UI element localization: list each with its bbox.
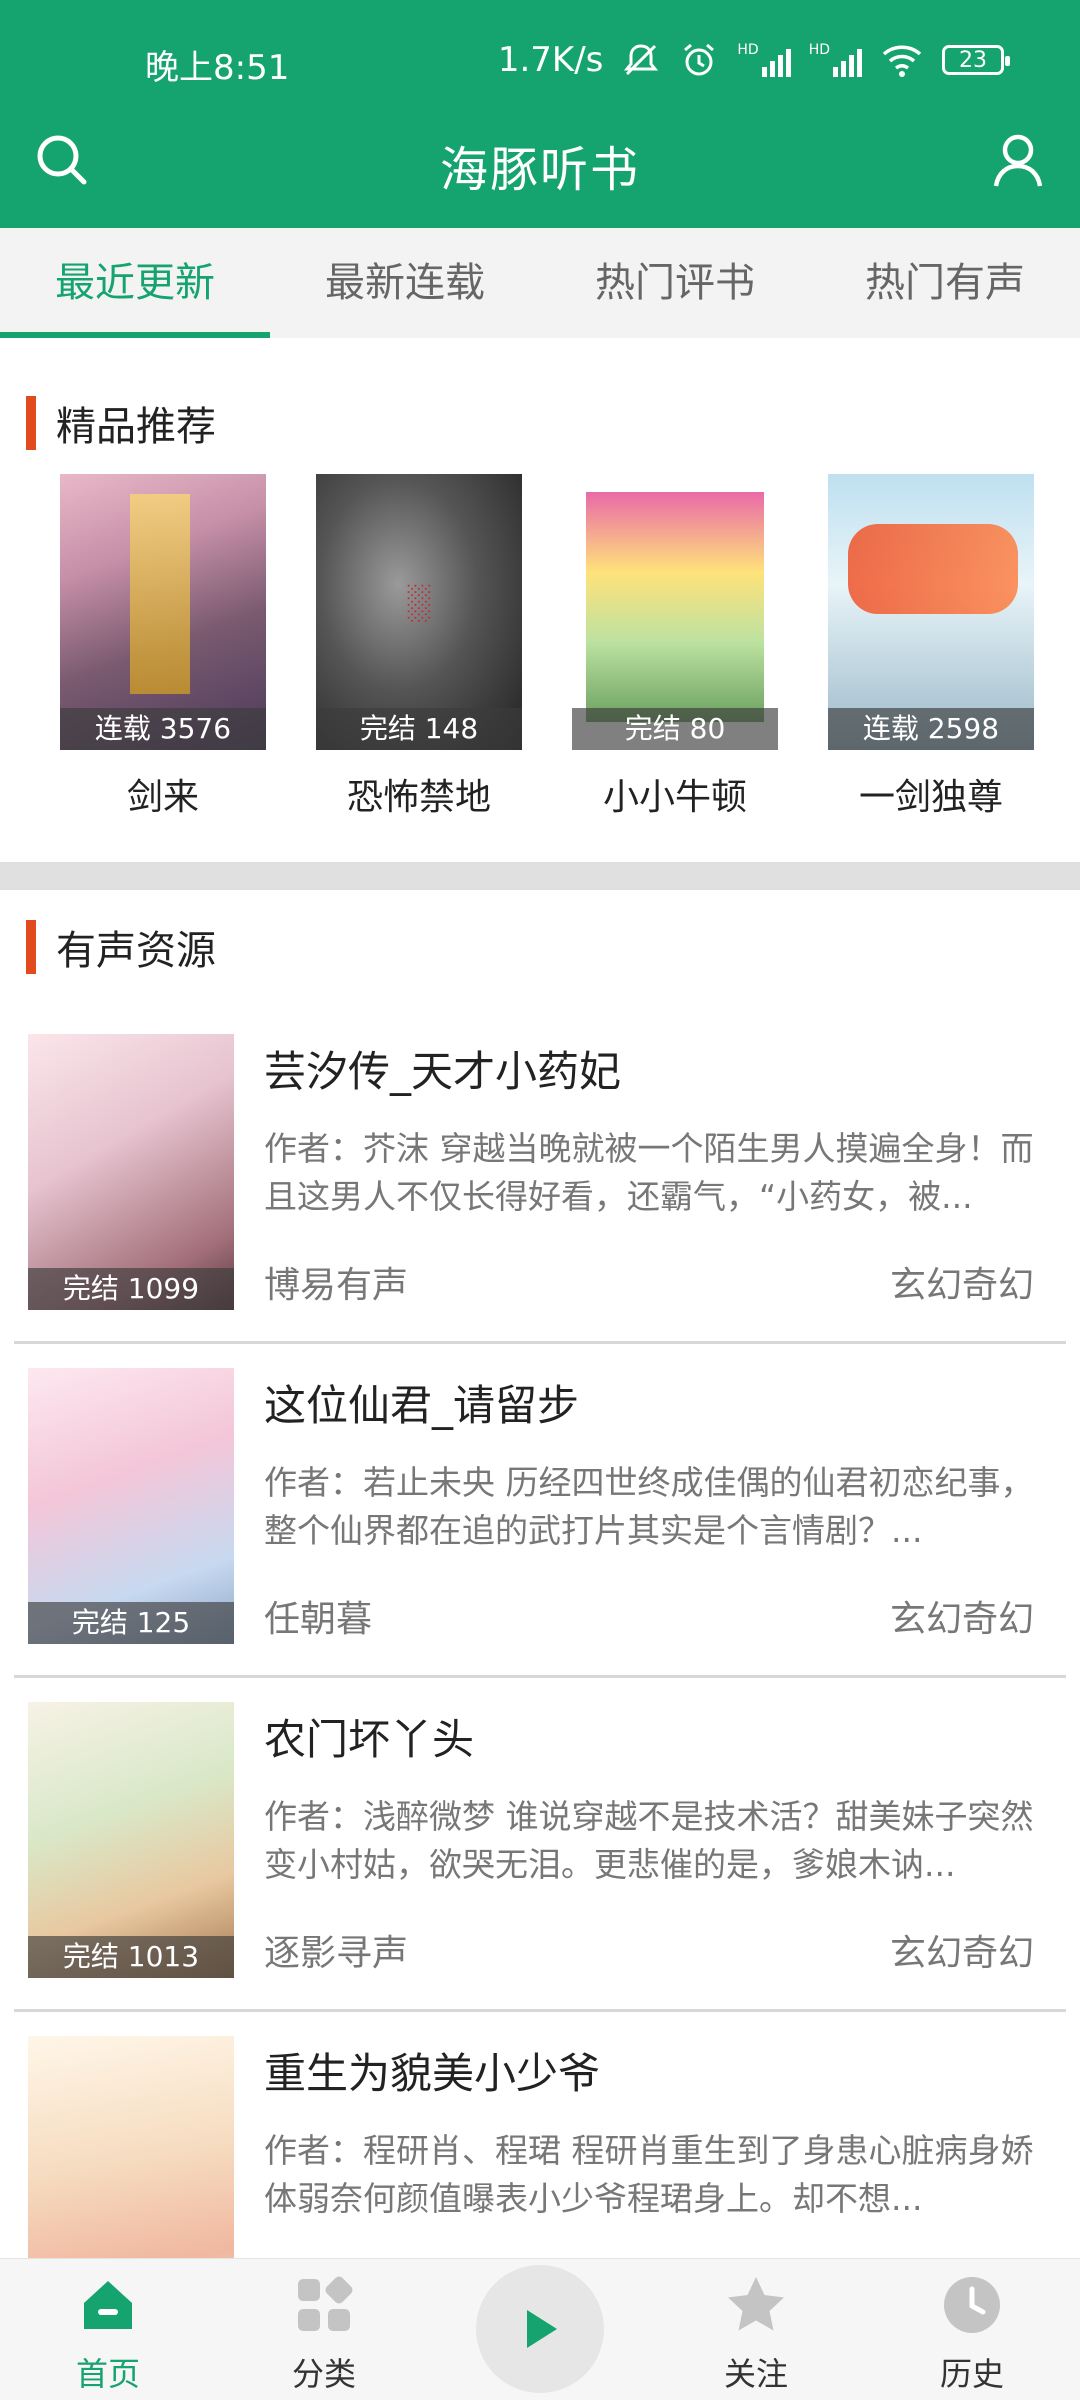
book-info: 芸汐传_天才小药妃 作者：芥沫 穿越当晚就被一个陌生男人摸遍全身！而且这男人不仅…	[264, 1038, 1052, 1306]
tab-new-serial[interactable]: 最新连载	[270, 228, 540, 338]
book-info: 这位仙君_请留步 作者：若止未央 历经四世终成佳偶的仙君初恋纪事，整个仙界都在追…	[264, 1372, 1052, 1640]
nav-category-label: 分类	[291, 2355, 356, 2393]
signal-2-icon: HD	[809, 43, 862, 77]
mute-icon	[624, 44, 659, 76]
book-title: 剑来	[126, 777, 199, 818]
book-title: 农门坏丫头	[264, 1715, 475, 1764]
book-info: 重生为貌美小少爷 作者：程研肖、程珺 程研肖重生到了身患心脏病身娇体弱奈何颜值曝…	[264, 2040, 1052, 2223]
nav-follow-label: 关注	[723, 2355, 788, 2393]
app-header: 晚上8:51 1.7K/s HD HD 23 海豚听书	[0, 0, 1080, 228]
list-item[interactable]: 完结 125 这位仙君_请留步 作者：若止未央 历经四世终成佳偶的仙君初恋纪事，…	[0, 1344, 1080, 1678]
book-title: 恐怖禁地	[346, 777, 491, 818]
audio-title-text: 有声资源	[56, 928, 216, 974]
nav-category[interactable]: 分类	[254, 2259, 394, 2395]
nav-home[interactable]: 首页	[38, 2259, 178, 2395]
book-status-badge: 完结 1013	[28, 1936, 234, 1978]
status-bar: 晚上8:51 1.7K/s HD HD 23	[0, 0, 1080, 110]
book-info: 农门坏丫头 作者：浅醉微梦 谁说穿越不是技术活？甜美妹子突然变小村姑，欲哭无泪。…	[264, 1706, 1052, 1974]
book-description: 作者：若止未央 历经四世终成佳偶的仙君初恋纪事，整个仙界都在追的武打片其实是个言…	[264, 1463, 1034, 1550]
book-category: 玄幻奇幻	[889, 1933, 1034, 1974]
net-speed: 1.7K/s	[497, 40, 604, 80]
signal-1-label: HD	[737, 42, 759, 58]
book-status-badge: 完结 1099	[28, 1268, 234, 1310]
battery-icon: 23	[942, 45, 1010, 75]
section-marker	[26, 920, 36, 974]
tab-hot-audio[interactable]: 热门有声	[810, 228, 1080, 338]
book-cover[interactable]: 完结 80	[572, 474, 778, 750]
category-icon	[298, 2276, 353, 2331]
book-description: 作者：浅醉微梦 谁说穿越不是技术活？甜美妹子突然变小村姑，欲哭无泪。更悲催的是，…	[264, 1797, 1034, 1884]
title-bar: 海豚听书	[0, 110, 1080, 228]
nav-history[interactable]: 历史	[902, 2259, 1042, 2395]
book-status-badge: 完结 125	[28, 1602, 234, 1644]
book-category: 玄幻奇幻	[889, 1265, 1034, 1306]
clock-icon	[944, 2277, 1000, 2333]
recommend-item[interactable]: 连载 2598 一剑独尊	[828, 474, 1034, 820]
book-title: 芸汐传_天才小药妃	[264, 1047, 622, 1096]
recommend-item[interactable]: 完结 80 小小牛顿	[572, 474, 778, 820]
book-title: 一剑独尊	[858, 777, 1003, 818]
book-meta: 逐影寻声 玄幻奇幻	[264, 1924, 1052, 1976]
tab-hot-pingshu[interactable]: 热门评书	[540, 228, 810, 338]
book-status-badge: 完结 148	[316, 708, 522, 750]
book-cover[interactable]: 连载 2598	[828, 474, 1034, 750]
list-item[interactable]: 完结 1013 农门坏丫头 作者：浅醉微梦 谁说穿越不是技术活？甜美妹子突然变小…	[0, 1678, 1080, 2012]
signal-2-label: HD	[808, 42, 830, 58]
star-icon	[728, 2277, 784, 2331]
play-icon	[527, 2310, 557, 2348]
nav-history-label: 历史	[939, 2355, 1004, 2393]
recommend-title-text: 精品推荐	[56, 404, 216, 450]
book-cover[interactable]: ░ 完结 148	[316, 474, 522, 750]
bottom-nav: 首页 分类 关注 历史	[0, 2258, 1080, 2400]
book-category: 玄幻奇幻	[889, 1599, 1034, 1640]
status-time: 晚上8:51	[145, 48, 290, 88]
book-status-badge: 连载 3576	[60, 708, 266, 750]
section-divider	[0, 862, 1080, 890]
narrator: 逐影寻声	[264, 1933, 409, 1974]
recommend-item[interactable]: ░ 完结 148 恐怖禁地	[316, 474, 522, 820]
play-button[interactable]	[476, 2265, 604, 2393]
recommend-list: 连载 3576 剑来 ░ 完结 148 恐怖禁地 完结 80 小小牛顿 连载 2…	[0, 474, 1080, 834]
book-cover[interactable]: 完结 1013	[28, 1702, 234, 1978]
status-icons: 1.7K/s HD HD 23	[497, 40, 1010, 80]
alarm-icon	[684, 43, 715, 76]
recommend-item[interactable]: 连载 3576 剑来	[60, 474, 266, 820]
section-marker	[26, 396, 36, 450]
book-description: 作者：程研肖、程珺 程研肖重生到了身患心脏病身娇体弱奈何颜值曝表小少爷程珺身上。…	[264, 2131, 1034, 2218]
book-cover[interactable]: 连载 3576	[60, 474, 266, 750]
narrator: 任朝暮	[264, 1599, 373, 1640]
recommend-section-title: 精品推荐	[26, 394, 216, 452]
book-meta: 博易有声 玄幻奇幻	[264, 1256, 1052, 1308]
nav-follow[interactable]: 关注	[686, 2259, 826, 2395]
narrator: 博易有声	[264, 1265, 409, 1306]
book-title: 小小牛顿	[602, 777, 747, 818]
app-title: 海豚听书	[439, 142, 640, 198]
user-icon[interactable]	[986, 128, 1050, 192]
nav-home-label: 首页	[75, 2355, 140, 2393]
book-title: 重生为貌美小少爷	[264, 2049, 601, 2098]
book-cover[interactable]: 完结 125	[28, 1368, 234, 1644]
book-status-badge: 连载 2598	[828, 708, 1034, 750]
list-item[interactable]: 完结 1099 芸汐传_天才小药妃 作者：芥沫 穿越当晚就被一个陌生男人摸遍全身…	[0, 1010, 1080, 1344]
book-status-badge: 完结 80	[572, 708, 778, 750]
home-icon	[84, 2281, 132, 2329]
signal-1-icon: HD	[737, 42, 791, 77]
book-description: 作者：芥沫 穿越当晚就被一个陌生男人摸遍全身！而且这男人不仅长得好看，还霸气，“…	[264, 1129, 1034, 1216]
book-title: 这位仙君_请留步	[264, 1381, 580, 1430]
category-tabs: 最近更新 最新连载 热门评书 热门有声	[0, 228, 1080, 338]
book-meta: 任朝暮 玄幻奇幻	[264, 1590, 1052, 1642]
book-cover[interactable]: 完结 1099	[28, 1034, 234, 1310]
wifi-icon	[882, 45, 922, 77]
tab-recent-update[interactable]: 最近更新	[0, 228, 270, 338]
audio-section-title: 有声资源	[26, 918, 216, 976]
